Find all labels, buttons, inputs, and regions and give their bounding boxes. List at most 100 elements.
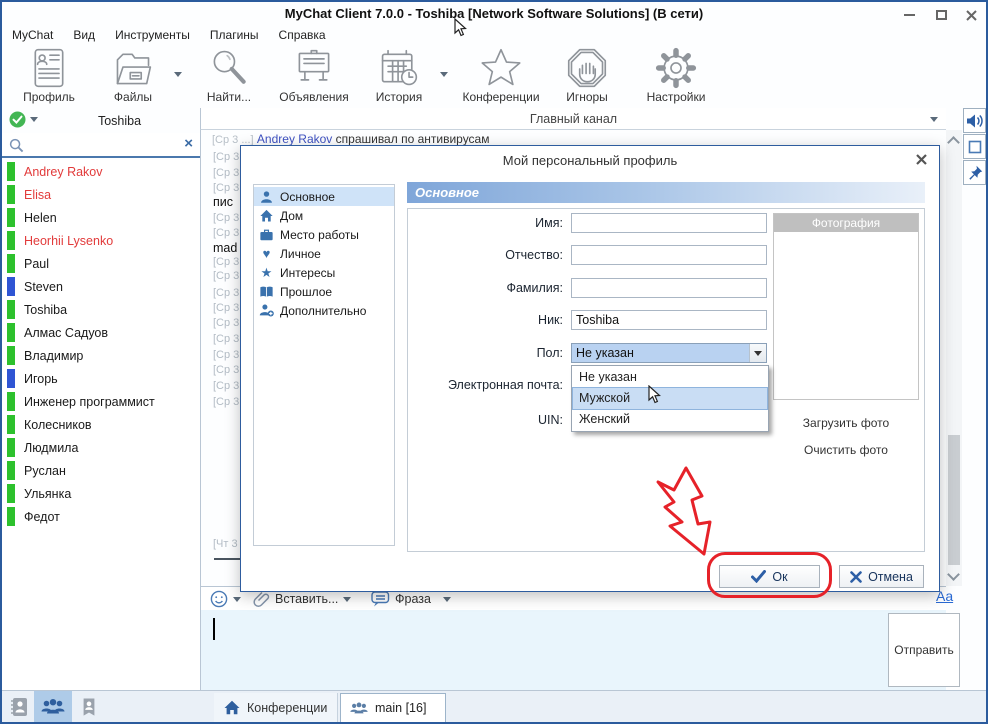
toolbar-files-button[interactable]: Файлы (98, 47, 168, 104)
phrase-button[interactable]: Фраза (395, 592, 431, 606)
contact-row[interactable]: Игорь (2, 367, 200, 390)
message-input[interactable] (200, 610, 946, 690)
pin-icon (967, 165, 983, 181)
contact-search-bar: × (2, 133, 200, 158)
toolbar-announcements-button[interactable]: Объявления (274, 47, 354, 104)
files-dropdown-caret[interactable] (174, 72, 182, 77)
nick-field[interactable] (571, 310, 767, 330)
insert-dropdown-caret[interactable] (343, 597, 351, 602)
phrase-dropdown-caret[interactable] (443, 597, 451, 602)
smiley-dropdown-caret[interactable] (233, 597, 241, 602)
magnifier-icon (208, 47, 250, 89)
tab-conferences[interactable]: Конференции (214, 693, 338, 722)
contact-row[interactable]: Людмила (2, 436, 200, 459)
search-input[interactable] (28, 136, 178, 154)
scroll-down-icon[interactable] (947, 568, 960, 581)
contact-row[interactable]: Федот (2, 505, 200, 528)
gender-option-female[interactable]: Женский (573, 409, 767, 430)
nav-item-past[interactable]: Прошлое (254, 282, 394, 301)
toolbar-find-button[interactable]: Найти... (194, 47, 264, 104)
nav-item-home[interactable]: Дом (254, 206, 394, 225)
sound-toggle-button[interactable] (963, 108, 986, 133)
address-book-icon (8, 696, 30, 718)
menu-view[interactable]: Вид (73, 28, 95, 42)
scroll-up-icon[interactable] (947, 136, 960, 149)
clear-photo-button[interactable]: Очистить фото (773, 443, 919, 457)
nav-item-additional[interactable]: Дополнительно (254, 301, 394, 320)
speech-bubble-icon[interactable] (371, 590, 390, 608)
gender-option-male[interactable]: Мужской (573, 388, 767, 409)
toolbar-ignores-button[interactable]: Игноры (550, 47, 624, 104)
smiley-icon[interactable] (210, 590, 228, 608)
contact-name: Elisa (24, 188, 51, 202)
channel-bar[interactable]: Главный канал (200, 108, 946, 130)
channels-view-button[interactable] (34, 691, 72, 722)
menu-help[interactable]: Справка (279, 28, 326, 42)
send-button[interactable]: Отправить (888, 613, 960, 687)
contact-row[interactable]: Helen (2, 206, 200, 229)
channel-dropdown-caret[interactable] (930, 117, 938, 122)
menu-bar: MyChat Вид Инструменты Плагины Справка (2, 25, 702, 44)
close-button[interactable] (962, 8, 980, 22)
contact-row[interactable]: Руслан (2, 459, 200, 482)
nav-item-personal[interactable]: ♥ Личное (254, 244, 394, 263)
contact-row[interactable]: Владимир (2, 344, 200, 367)
maximize-button[interactable] (932, 8, 950, 22)
status-dropdown-caret[interactable] (30, 117, 38, 122)
contact-row[interactable]: Ульянка (2, 482, 200, 505)
chat-line-fragment: [Ср 3 (213, 212, 239, 224)
contact-row[interactable]: Колесников (2, 413, 200, 436)
last-name-field[interactable] (571, 278, 767, 298)
chat-scrollbar[interactable] (946, 130, 962, 586)
chat-line-fragment: [Ср 3 (213, 333, 239, 345)
menu-mychat[interactable]: MyChat (12, 28, 53, 42)
gender-option-not-specified[interactable]: Не указан (573, 367, 767, 388)
chat-line-fragment: [Ср 3 (213, 256, 239, 268)
gender-dropdown-button[interactable] (749, 344, 766, 362)
toolbar-history-button[interactable]: История (364, 47, 434, 104)
load-photo-button[interactable]: Загрузить фото (773, 416, 919, 430)
contact-row[interactable]: Toshiba (2, 298, 200, 321)
contact-row[interactable]: Steven (2, 275, 200, 298)
frame-toggle-button[interactable] (963, 134, 986, 159)
nav-item-interests[interactable]: ★ Интересы (254, 263, 394, 282)
nav-item-general[interactable]: Основное (254, 187, 394, 206)
menu-plugins[interactable]: Плагины (210, 28, 259, 42)
menu-tools[interactable]: Инструменты (115, 28, 190, 42)
toolbar-settings-button[interactable]: Настройки (636, 47, 716, 104)
chat-line-fragment: [Ср 3 (213, 167, 239, 179)
contact-name: Ульянка (24, 487, 71, 501)
home-icon (259, 209, 274, 223)
history-dropdown-caret[interactable] (440, 72, 448, 77)
email-label: Электронная почта: (411, 378, 563, 392)
toolbar-conferences-button[interactable]: Конференции (460, 47, 542, 104)
scrollbar-thumb[interactable] (948, 435, 960, 565)
middle-name-field[interactable] (571, 245, 767, 265)
nav-item-work[interactable]: Место работы (254, 225, 394, 244)
search-clear-icon[interactable]: × (184, 135, 193, 152)
first-name-field[interactable] (571, 213, 767, 233)
middle-name-label: Отчество: (411, 248, 563, 262)
minimize-button[interactable] (900, 8, 918, 22)
tab-main-channel[interactable]: main [16] (340, 693, 446, 722)
toolbar-profile-button[interactable]: Профиль (14, 47, 84, 104)
contact-row[interactable]: Инженер программист (2, 390, 200, 413)
gender-combobox[interactable]: Не указан (571, 343, 767, 363)
contact-row[interactable]: Heorhii Lysenko (2, 229, 200, 252)
contacts-view-button[interactable] (6, 694, 32, 720)
paperclip-icon[interactable] (253, 590, 271, 608)
message-author[interactable]: Andrey Rakov (257, 132, 332, 146)
cancel-button[interactable]: Отмена (839, 565, 924, 588)
contact-row[interactable]: Elisa (2, 183, 200, 206)
online-status-icon[interactable] (9, 111, 26, 128)
ok-button[interactable]: Ок (719, 565, 820, 588)
contact-row[interactable]: Алмас Садуов (2, 321, 200, 344)
contact-name: Колесников (24, 418, 92, 432)
contact-row[interactable]: Andrey Rakov (2, 160, 200, 183)
insert-button[interactable]: Вставить... (275, 592, 338, 606)
pin-toggle-button[interactable] (963, 160, 986, 185)
profile-view-button[interactable] (76, 694, 102, 720)
contact-row[interactable]: Paul (2, 252, 200, 275)
dialog-close-icon[interactable] (916, 154, 927, 165)
contact-name: Владимир (24, 349, 83, 363)
